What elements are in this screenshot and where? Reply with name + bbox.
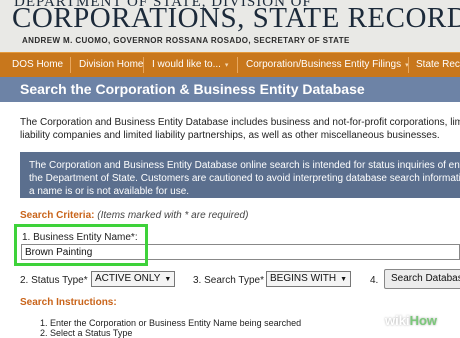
- intro-text: The Corporation and Business Entity Data…: [20, 116, 460, 142]
- search-type-select[interactable]: BEGINS WITH ▼: [266, 271, 352, 287]
- highlight-box: [14, 224, 148, 266]
- watermark-wiki: wiki: [385, 313, 410, 328]
- watermark-how: How: [409, 313, 438, 328]
- status-type-label: 2. Status Type*: [20, 275, 88, 286]
- dropdown-arrow-icon: ▼: [340, 276, 348, 283]
- nav-divider: [408, 57, 409, 73]
- criteria-note: (Items marked with * are required): [97, 210, 249, 221]
- intro-line: liability companies and limited liabilit…: [20, 130, 440, 141]
- search-options-row: 2. Status Type* ACTIVE ONLY ▼ 3. Search T…: [0, 269, 460, 291]
- status-type-value: ACTIVE ONLY: [95, 273, 161, 284]
- step-four-label: 4.: [370, 275, 379, 286]
- intro-line: The Corporation and Business Entity Data…: [20, 117, 460, 128]
- main-nav: DOS Home Division Home I would like to..…: [0, 52, 460, 78]
- search-database-button[interactable]: Search Databas: [384, 269, 460, 289]
- instruction-step: 2. Select a Status Type: [40, 328, 133, 338]
- nav-i-would-like-to[interactable]: I would like to... ▾: [152, 53, 228, 77]
- search-type-value: BEGINS WITH: [270, 273, 337, 284]
- status-type-select[interactable]: ACTIVE ONLY ▼: [91, 271, 176, 287]
- notice-line: the Department of State. Customers are c…: [29, 173, 460, 184]
- instructions-list: 1. Enter the Corporation or Business Ent…: [40, 318, 301, 338]
- nav-item-label: I would like to...: [152, 59, 221, 70]
- nav-state-records[interactable]: State Rec: [416, 53, 460, 77]
- nav-item-label: DOS Home: [12, 59, 64, 70]
- search-criteria-heading: Search Criteria: (Items marked with * ar…: [20, 210, 248, 221]
- search-type-label: 3. Search Type*: [193, 275, 264, 286]
- notice-line: The Corporation and Business Entity Data…: [29, 160, 460, 171]
- page-title-bar: Search the Corporation & Business Entity…: [0, 77, 460, 102]
- officials-line: ANDREW M. CUOMO, GOVERNOR ROSSANA ROSADO…: [22, 36, 350, 45]
- nav-item-label: Corporation/Business Entity Filings: [246, 59, 402, 70]
- page-title: Search the Corporation & Business Entity…: [20, 81, 365, 97]
- nav-division-home[interactable]: Division Home: [79, 53, 143, 77]
- chevron-down-icon: ▾: [224, 62, 229, 69]
- nav-divider: [70, 57, 71, 73]
- notice-box: The Corporation and Business Entity Data…: [20, 152, 460, 198]
- nav-divider: [237, 57, 238, 73]
- wikihow-watermark: wikiHow: [385, 313, 437, 328]
- nav-divider: [143, 57, 144, 73]
- instruction-step: 1. Enter the Corporation or Business Ent…: [40, 318, 302, 328]
- agency-name: Corporations, State Records & UCC: [12, 2, 460, 34]
- notice-text: The Corporation and Business Entity Data…: [29, 159, 460, 198]
- nav-dos-home[interactable]: DOS Home: [12, 53, 63, 77]
- notice-line: a name is or is not available for use.: [29, 186, 190, 197]
- dropdown-arrow-icon: ▼: [164, 276, 172, 283]
- criteria-label: Search Criteria:: [20, 210, 95, 221]
- nav-corporation-filings[interactable]: Corporation/Business Entity Filings ▾: [246, 53, 409, 77]
- nav-item-label: Division Home: [79, 59, 144, 70]
- search-instructions-heading: Search Instructions:: [20, 297, 117, 308]
- nav-item-label: State Rec: [416, 59, 460, 70]
- site-header: Department of State, Division of Corpora…: [0, 0, 460, 52]
